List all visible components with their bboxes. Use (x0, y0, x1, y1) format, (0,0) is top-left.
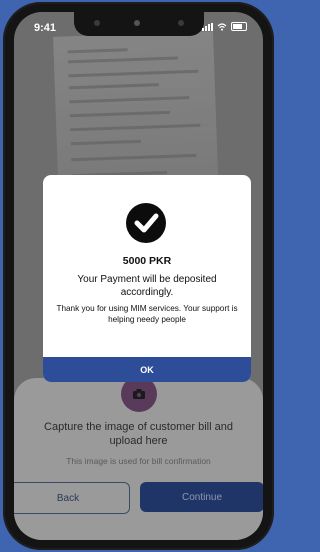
thanks-message: Thank you for using MIM services. Your s… (56, 304, 238, 324)
wifi-icon (217, 22, 227, 31)
payment-amount: 5000 PKR (122, 255, 172, 267)
payment-confirmation-modal: 5000 PKR Your Payment will be deposited … (43, 175, 251, 382)
ok-button[interactable]: OK (43, 357, 251, 382)
status-time: 9:41 (34, 22, 57, 34)
battery-icon (231, 22, 247, 31)
capture-sheet: Capture the image of customer bill and u… (14, 376, 263, 540)
capture-subtext: This image is used for bill confirmation (66, 456, 211, 466)
status-icons (202, 22, 247, 31)
continue-button[interactable]: Continue (140, 482, 263, 512)
notch (74, 12, 204, 36)
deposit-message: Your Payment will be deposited according… (77, 274, 217, 298)
signal-icon (202, 22, 213, 31)
phone-frame: 9:41 Capture the image of customer bill … (3, 2, 274, 550)
screen: 9:41 Capture the image of customer bill … (14, 12, 263, 540)
checkmark-circle-icon (126, 203, 166, 243)
capture-instruction: Capture the image of customer bill and u… (44, 421, 233, 447)
back-button[interactable]: Back (14, 482, 130, 514)
camera-icon (133, 389, 145, 399)
